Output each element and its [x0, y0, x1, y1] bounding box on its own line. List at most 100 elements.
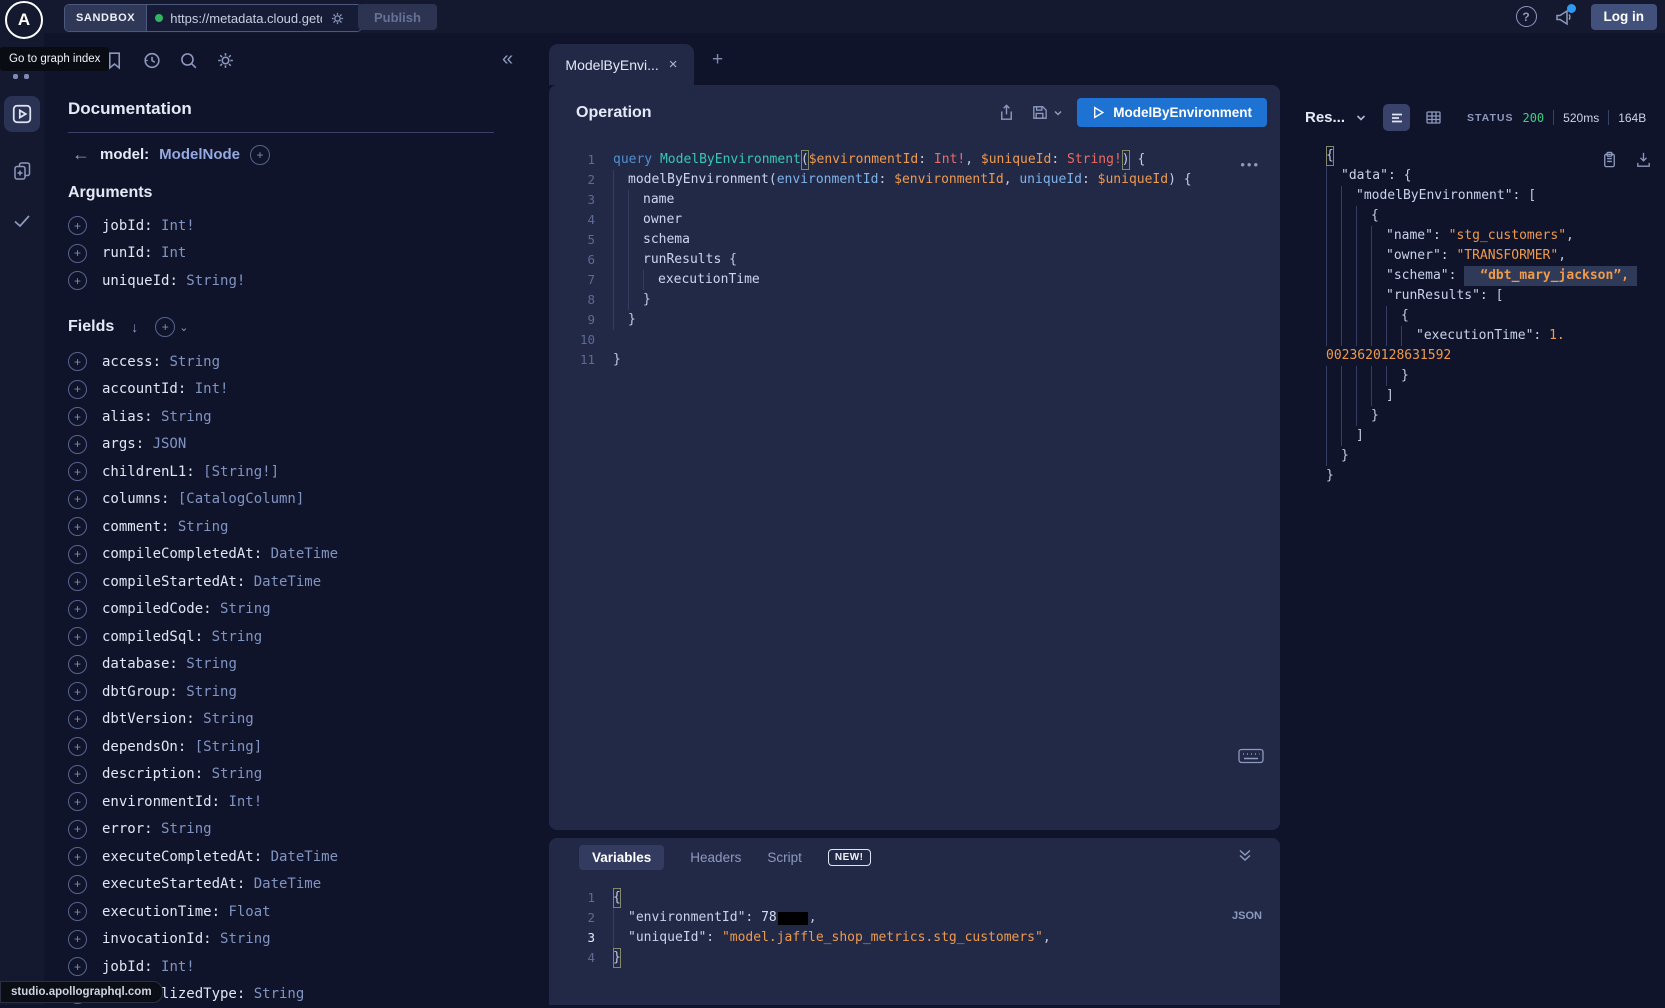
code-line[interactable]: }: [1326, 406, 1656, 426]
add-field-icon[interactable]: +: [68, 244, 87, 263]
field-row[interactable]: +database: String: [68, 651, 338, 679]
keyboard-shortcuts-icon[interactable]: [1238, 748, 1264, 764]
add-field-icon[interactable]: +: [68, 655, 87, 674]
add-field-icon[interactable]: +: [68, 710, 87, 729]
add-type-icon[interactable]: +: [250, 145, 270, 165]
field-row[interactable]: +jobId: Int!: [68, 953, 338, 981]
sidebar-item-explorer[interactable]: [4, 96, 40, 132]
add-field-icon[interactable]: +: [68, 930, 87, 949]
code-line[interactable]: 4}: [549, 948, 1280, 968]
code-line[interactable]: {: [1326, 146, 1656, 166]
add-field-icon[interactable]: +: [68, 572, 87, 591]
argument-row[interactable]: + uniqueId: String!: [68, 267, 245, 295]
settings-gear-icon[interactable]: [215, 50, 236, 71]
tab-variables[interactable]: Variables: [579, 845, 664, 870]
code-line[interactable]: 0023620128631592: [1326, 346, 1656, 366]
code-line[interactable]: "runResults": [: [1326, 286, 1656, 306]
help-icon[interactable]: ?: [1516, 6, 1537, 27]
field-row[interactable]: +compileStartedAt: DateTime: [68, 568, 338, 596]
code-line[interactable]: 3"uniqueId": "model.jaffle_shop_metrics.…: [549, 928, 1280, 948]
field-row[interactable]: +compiledCode: String: [68, 596, 338, 624]
save-icon[interactable]: [1030, 103, 1049, 122]
field-row[interactable]: +environmentId: Int!: [68, 788, 338, 816]
endpoint-url-input[interactable]: https://metadata.cloud.getd: [147, 5, 361, 31]
collapse-panel-double-chevron-icon[interactable]: [1236, 846, 1254, 864]
field-row[interactable]: +executionTime: Float: [68, 898, 338, 926]
code-line[interactable]: "schema": “dbt_mary_jackson”,: [1326, 266, 1656, 286]
add-field-icon[interactable]: +: [68, 435, 87, 454]
sort-fields-icon[interactable]: ↓: [131, 319, 138, 335]
doc-type-value[interactable]: ModelNode: [159, 146, 240, 163]
add-field-icon[interactable]: +: [68, 407, 87, 426]
code-line[interactable]: 2modelByEnvironment(environmentId: $envi…: [549, 170, 1280, 190]
field-row[interactable]: +dependsOn: [String]: [68, 733, 338, 761]
close-tab-icon[interactable]: ×: [669, 56, 678, 73]
argument-row[interactable]: + runId: Int: [68, 240, 245, 268]
field-row[interactable]: +executeStartedAt: DateTime: [68, 871, 338, 899]
add-field-icon[interactable]: +: [68, 765, 87, 784]
chevron-down-icon[interactable]: [1053, 108, 1063, 118]
field-row[interactable]: +invocationId: String: [68, 926, 338, 954]
endpoint-settings-gear-icon[interactable]: [329, 10, 346, 27]
code-line[interactable]: 8}: [549, 290, 1280, 310]
field-row[interactable]: +comment: String: [68, 513, 338, 541]
add-field-icon[interactable]: +: [68, 875, 87, 894]
code-line[interactable]: 11}: [549, 350, 1280, 370]
add-field-icon[interactable]: +: [68, 957, 87, 976]
add-field-icon[interactable]: +: [68, 462, 87, 481]
add-field-icon[interactable]: +: [68, 847, 87, 866]
add-field-icon[interactable]: +: [68, 627, 87, 646]
add-field-icon[interactable]: +: [68, 600, 87, 619]
announcements-megaphone-icon[interactable]: [1554, 7, 1574, 27]
field-row[interactable]: +executeCompletedAt: DateTime: [68, 843, 338, 871]
code-line[interactable]: 9}: [549, 310, 1280, 330]
search-icon[interactable]: [178, 50, 199, 71]
add-field-icon[interactable]: +: [68, 380, 87, 399]
add-field-icon[interactable]: +: [68, 792, 87, 811]
add-field-icon[interactable]: +: [68, 820, 87, 839]
code-line[interactable]: }: [1326, 466, 1656, 486]
share-icon[interactable]: [997, 103, 1016, 122]
code-line[interactable]: 7executionTime: [549, 270, 1280, 290]
save-menu[interactable]: [1030, 103, 1063, 122]
code-line[interactable]: 2"environmentId": 78,: [549, 908, 1280, 928]
code-line[interactable]: 3name: [549, 190, 1280, 210]
add-field-icon[interactable]: +: [68, 216, 87, 235]
apollo-logo[interactable]: A: [5, 1, 43, 39]
field-row[interactable]: +accountId: Int!: [68, 376, 338, 404]
code-line[interactable]: 5schema: [549, 230, 1280, 250]
code-line[interactable]: }: [1326, 446, 1656, 466]
code-line[interactable]: "name": "stg_customers",: [1326, 226, 1656, 246]
add-field-icon[interactable]: +: [68, 517, 87, 536]
operation-editor[interactable]: 1query ModelByEnvironment($environmentId…: [549, 150, 1280, 370]
code-line[interactable]: ]: [1326, 386, 1656, 406]
field-row[interactable]: +compileCompletedAt: DateTime: [68, 541, 338, 569]
field-row[interactable]: +dbtGroup: String: [68, 678, 338, 706]
field-row[interactable]: +args: JSON: [68, 431, 338, 459]
add-field-icon[interactable]: +: [68, 271, 87, 290]
code-line[interactable]: "data": {: [1326, 166, 1656, 186]
back-arrow-icon[interactable]: ←: [72, 144, 90, 165]
code-line[interactable]: 10: [549, 330, 1280, 350]
response-chevron-down-icon[interactable]: [1355, 112, 1367, 124]
field-row[interactable]: +alias: String: [68, 403, 338, 431]
code-line[interactable]: {: [1326, 206, 1656, 226]
new-tab-icon[interactable]: +: [712, 49, 723, 71]
tab-operation[interactable]: ModelByEnvi... ×: [549, 44, 694, 85]
add-field-icon[interactable]: +: [68, 352, 87, 371]
login-button[interactable]: Log in: [1591, 4, 1658, 30]
add-field-icon[interactable]: +: [68, 490, 87, 509]
code-line[interactable]: {: [1326, 306, 1656, 326]
view-raw-toggle[interactable]: [1383, 104, 1410, 131]
view-table-toggle[interactable]: [1420, 104, 1447, 131]
add-field-icon[interactable]: +: [68, 682, 87, 701]
field-row[interactable]: +error: String: [68, 816, 338, 844]
code-line[interactable]: "executionTime": 1.: [1326, 326, 1656, 346]
field-row[interactable]: +childrenL1: [String!]: [68, 458, 338, 486]
field-row[interactable]: +compiledSql: String: [68, 623, 338, 651]
field-row[interactable]: +access: String: [68, 348, 338, 376]
history-icon[interactable]: [141, 50, 162, 71]
code-line[interactable]: 6runResults {: [549, 250, 1280, 270]
field-row[interactable]: +description: String: [68, 761, 338, 789]
publish-button[interactable]: Publish: [358, 4, 437, 30]
